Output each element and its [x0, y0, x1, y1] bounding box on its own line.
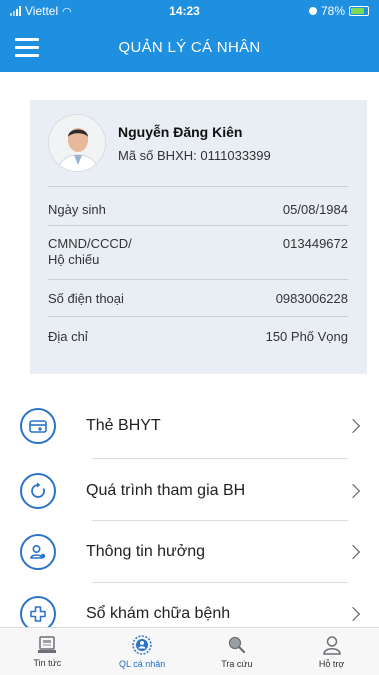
- menu-item-benefit-info[interactable]: Thông tin hưởng: [20, 522, 370, 582]
- info-value: 0983006228: [275, 291, 348, 306]
- page-title: QUẢN LÝ CÁ NHÂN: [118, 38, 261, 56]
- divider: [92, 458, 348, 459]
- info-value: 05/08/1984: [282, 202, 348, 217]
- status-right: 78%: [249, 4, 369, 18]
- info-value: 150 Phố Vọng: [265, 329, 348, 344]
- menu-item-label: Sổ khám chữa bệnh: [86, 605, 231, 622]
- menu-item-label: Thông tin hưởng: [86, 543, 206, 560]
- bottom-navigation: Tin tức QL cá nhân Tra cứu Hỗ trợ: [0, 627, 379, 675]
- avatar: [48, 114, 106, 172]
- info-value: 013449672: [282, 236, 348, 251]
- menu-item-label: Thẻ BHYT: [86, 417, 161, 434]
- nav-item-lookup[interactable]: Tra cứu: [190, 628, 285, 675]
- chevron-right-icon: [345, 544, 361, 560]
- nav-label: Tin tức: [33, 658, 62, 668]
- profile-names: Nguyễn Đăng Kiên Mã số BHXH: 0111033399: [118, 124, 271, 163]
- menu-item-label: Quá trình tham gia BH: [86, 482, 246, 499]
- history-icon: [20, 473, 56, 509]
- info-label: Ngày sinh: [48, 202, 106, 217]
- health-card-icon: [20, 408, 56, 444]
- divider: [48, 279, 348, 280]
- status-time: 14:23: [169, 4, 200, 18]
- signal-icon: [10, 6, 21, 16]
- info-row-birthdate: Ngày sinh 05/08/1984: [48, 202, 348, 218]
- divider: [92, 520, 348, 521]
- user-benefit-icon: [20, 534, 56, 570]
- battery-icon: [349, 6, 369, 16]
- nav-item-support[interactable]: Hỗ trợ: [284, 628, 379, 675]
- info-label: Số điện thoại: [48, 291, 124, 306]
- info-label-line1: CMND/CCCD/: [48, 236, 132, 251]
- bhxh-number: 0111033399: [200, 147, 271, 163]
- divider: [48, 316, 348, 317]
- nav-item-news[interactable]: Tin tức: [0, 628, 95, 675]
- info-row-id-card: CMND/CCCD/ Hộ chiếu 013449672: [48, 236, 348, 268]
- app-header: QUẢN LÝ CÁ NHÂN: [0, 22, 379, 72]
- chevron-right-icon: [345, 418, 361, 434]
- menu-item-participation-history[interactable]: Quá trình tham gia BH: [20, 461, 370, 521]
- search-lookup-icon: [228, 636, 245, 654]
- divider: [92, 582, 348, 583]
- nav-label: QL cá nhân: [119, 659, 166, 669]
- rotation-lock-icon: [308, 7, 317, 15]
- info-label: CMND/CCCD/ Hộ chiếu: [48, 236, 178, 268]
- profile-card: Nguyễn Đăng Kiên Mã số BHXH: 0111033399 …: [30, 100, 367, 374]
- profile-header: Nguyễn Đăng Kiên Mã số BHXH: 0111033399: [48, 114, 271, 172]
- bhxh-label: Mã số BHXH:: [118, 147, 197, 163]
- carrier-name: Viettel: [25, 4, 59, 18]
- nav-label: Hỗ trợ: [318, 659, 345, 669]
- nav-item-personal-management[interactable]: QL cá nhân: [95, 628, 190, 675]
- nav-label: Tra cứu: [221, 659, 253, 669]
- chevron-right-icon: [345, 606, 361, 622]
- news-icon: [38, 636, 57, 653]
- wifi-icon: ◠: [62, 5, 72, 18]
- info-row-address: Địa chỉ 150 Phố Vọng: [48, 329, 348, 345]
- support-user-icon: [322, 636, 341, 655]
- user-name: Nguyễn Đăng Kiên: [118, 123, 243, 140]
- menu-item-health-card[interactable]: Thẻ BHYT: [20, 396, 370, 456]
- info-label: Địa chỉ: [48, 329, 88, 344]
- status-bar: Viettel ◠ 14:23 78%: [0, 0, 379, 22]
- hamburger-menu-icon[interactable]: [0, 22, 54, 72]
- person-photo-icon: [49, 115, 105, 171]
- bhxh-number-line: Mã số BHXH: 0111033399: [118, 148, 271, 163]
- chevron-right-icon: [345, 483, 361, 499]
- divider: [48, 225, 348, 226]
- info-label-line2: Hộ chiếu: [48, 252, 100, 267]
- battery-percent: 78%: [320, 4, 345, 18]
- personal-management-icon: [132, 635, 152, 655]
- divider: [48, 186, 348, 187]
- info-row-phone: Số điện thoại 0983006228: [48, 291, 348, 307]
